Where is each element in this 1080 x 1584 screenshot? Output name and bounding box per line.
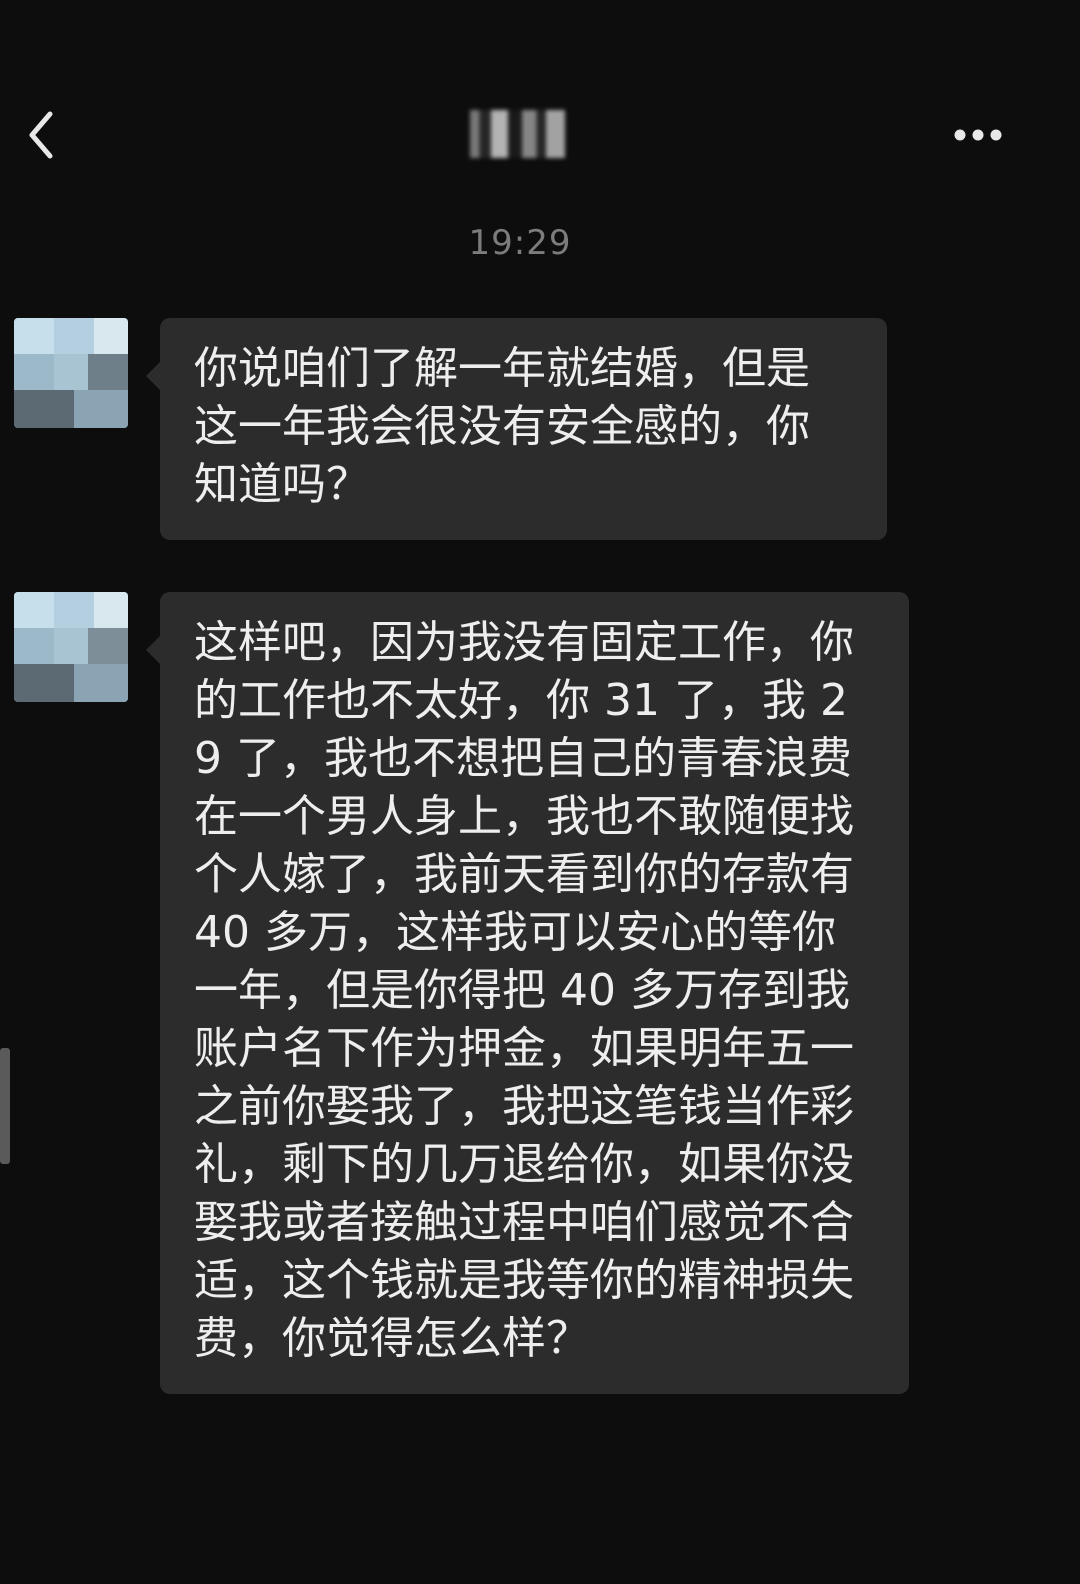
message-text: 这样吧，因为我没有固定工作，你的工作也不太好，你 31 了，我 29 了，我也不…	[194, 617, 868, 1364]
contact-avatar[interactable]	[14, 318, 128, 428]
back-button[interactable]	[22, 100, 82, 170]
contact-avatar[interactable]	[14, 592, 128, 702]
chat-header	[0, 0, 1080, 220]
message-bubble: 这样吧，因为我没有固定工作，你的工作也不太好，你 31 了，我 29 了，我也不…	[146, 592, 909, 1394]
blurred-contact-name	[470, 110, 565, 158]
chevron-left-icon	[29, 111, 53, 159]
more-horizontal-icon	[954, 129, 1002, 141]
chat-title	[470, 110, 570, 160]
more-options-button[interactable]	[950, 115, 1020, 155]
scrollbar[interactable]	[0, 1048, 10, 1164]
message-timestamp: 19:29	[468, 223, 572, 263]
message-text: 你说咱们了解一年就结婚，但是这一年我会很没有安全感的，你知道吗？	[194, 343, 810, 510]
message-bubble: 你说咱们了解一年就结婚，但是这一年我会很没有安全感的，你知道吗？	[146, 318, 887, 540]
